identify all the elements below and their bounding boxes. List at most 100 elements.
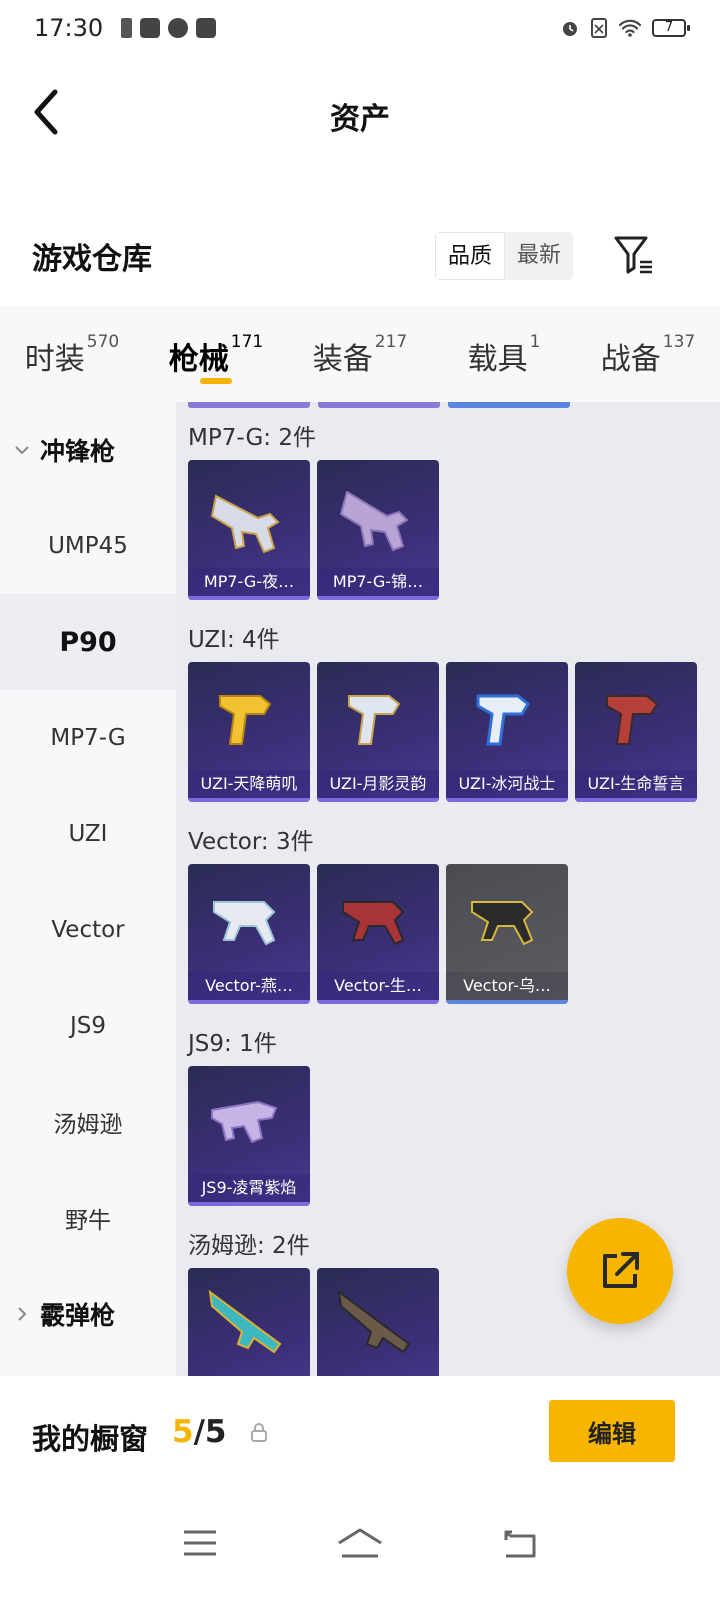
sidebar-group-label: 霰弹枪: [40, 1301, 116, 1330]
tab-count: 570: [86, 332, 120, 352]
system-nav-bar: [0, 1486, 720, 1600]
tab-vehicles[interactable]: 载具 1: [432, 306, 576, 402]
lock-icon: [251, 1423, 267, 1442]
showcase-label: 我的橱窗: [32, 1422, 149, 1456]
filter-button[interactable]: [612, 232, 658, 278]
mail-icon: [140, 18, 161, 38]
notification-icons: [121, 18, 217, 38]
item-grid: Vector-燕… Vector-生… Vector-乌…: [188, 864, 568, 1004]
group-title: 汤姆逊: 2件: [188, 1233, 310, 1259]
warehouse-title: 游戏仓库: [32, 242, 152, 277]
sort-newest[interactable]: 最新: [505, 232, 573, 280]
category-tabs: 时装 570 枪械 171 装备 217 载具 1 战备 137: [0, 306, 720, 402]
battery-saver-icon: [121, 18, 133, 38]
group-title: Vector: 3件: [188, 829, 314, 855]
vector-skin-image: [213, 901, 276, 946]
group-thompson: 汤姆逊: 2件: [188, 1226, 439, 1400]
tab-firearms[interactable]: 枪械 171: [144, 306, 288, 402]
tab-equipment[interactable]: 装备 217: [288, 306, 432, 402]
play-icon: [196, 18, 217, 38]
item-label: UZI-冰河战士: [446, 770, 568, 798]
weapon-card[interactable]: UZI-天降萌叽: [188, 662, 310, 802]
sidebar-group-shotgun[interactable]: 霰弹枪: [0, 1266, 176, 1362]
app-notification-icon: [168, 18, 189, 38]
showcase-total: 5: [204, 1414, 227, 1450]
thompson-skin-image: [208, 1289, 282, 1354]
rarity-bar: [317, 596, 439, 600]
sidebar-item-vector[interactable]: Vector: [0, 882, 176, 978]
sort-quality[interactable]: 品质: [435, 232, 506, 280]
vector-skin-image: [471, 901, 534, 946]
item-label: Vector-生…: [317, 972, 439, 1000]
sidebar-item-ump45[interactable]: UMP45: [0, 498, 176, 594]
sidebar-item-uzi[interactable]: UZI: [0, 786, 176, 882]
showcase-separator: /: [193, 1414, 205, 1450]
item-label: MP7-G-夜…: [188, 568, 310, 596]
app-header: 资产: [0, 56, 720, 176]
item-label: MP7-G-锦…: [317, 568, 439, 596]
weapon-card[interactable]: JS9-凌霄紫焰: [188, 1066, 310, 1206]
menu-nav-button[interactable]: [170, 1513, 230, 1573]
weapon-card[interactable]: UZI-生命誓言: [575, 662, 697, 802]
group-vector: Vector: 3件 Vector-燕… Vector-生… Vector-乌…: [188, 822, 568, 1004]
chevron-right-icon: [18, 1307, 27, 1321]
showcase-current: 5: [172, 1414, 194, 1450]
smg-skin-image: [210, 494, 280, 554]
edit-button[interactable]: 编辑: [549, 1400, 675, 1462]
card-edge: [448, 402, 570, 408]
tab-label: 枪械: [168, 342, 229, 377]
warehouse-header: 游戏仓库 品质 最新: [0, 176, 720, 306]
tab-supplies[interactable]: 战备 137: [576, 306, 720, 402]
rarity-bar: [188, 1000, 310, 1004]
weapon-card[interactable]: Vector-燕…: [188, 864, 310, 1004]
rarity-bar: [188, 798, 310, 802]
sidebar-item-p90[interactable]: P90: [0, 594, 176, 690]
group-title: UZI: 4件: [188, 627, 280, 653]
tab-label: 载具: [467, 342, 528, 377]
tab-fashion[interactable]: 时装 570: [0, 306, 144, 402]
thompson-skin-image: [337, 1289, 411, 1354]
weapon-card[interactable]: UZI-月影灵韵: [317, 662, 439, 802]
uzi-skin-image: [219, 695, 272, 745]
weapon-card[interactable]: MP7-G-夜…: [188, 460, 310, 600]
item-grid: UZI-天降萌叽 UZI-月影灵韵 UZI-冰河战士 UZI-生命誓言: [188, 662, 697, 802]
sidebar-item-js9[interactable]: JS9: [0, 978, 176, 1074]
item-label: Vector-燕…: [188, 972, 310, 1000]
weapon-card[interactable]: Vector-生…: [317, 864, 439, 1004]
share-fab-button[interactable]: [567, 1218, 673, 1324]
tab-count: 137: [662, 332, 696, 352]
item-grid: JS9-凌霄紫焰: [188, 1066, 310, 1206]
sidebar-item-thompson[interactable]: 汤姆逊: [0, 1074, 176, 1170]
sidebar-item-mp7g[interactable]: MP7-G: [0, 690, 176, 786]
active-tab-indicator: [200, 378, 232, 384]
back-arrow-icon: [504, 1530, 536, 1558]
home-icon: [338, 1528, 382, 1558]
home-nav-button[interactable]: [330, 1513, 390, 1573]
item-grid: MP7-G-夜… MP7-G-锦…: [188, 460, 439, 600]
group-mp7g: MP7-G: 2件 MP7-G-夜… MP7-G-锦…: [188, 418, 439, 600]
card-edge: [188, 402, 310, 408]
sidebar-item-bison[interactable]: 野牛: [0, 1170, 176, 1266]
battery-icon: 7: [652, 19, 690, 37]
rarity-bar: [317, 1000, 439, 1004]
tab-label: 战备: [600, 342, 661, 377]
no-sim-icon: [591, 18, 607, 38]
back-nav-button[interactable]: [490, 1513, 550, 1573]
filter-icon: [614, 236, 652, 274]
weapon-type-sidebar: 冲锋枪 UMP45 P90 MP7-G UZI Vector JS9 汤姆逊 野…: [0, 402, 176, 1400]
uzi-skin-image: [476, 694, 530, 746]
card-edge: [318, 402, 440, 408]
chevron-down-icon: [15, 446, 29, 455]
rarity-bar: [188, 596, 310, 600]
item-label: Vector-乌…: [446, 972, 568, 1000]
system-icons: 7: [560, 18, 690, 38]
weapon-card[interactable]: UZI-冰河战士: [446, 662, 568, 802]
rarity-bar: [446, 798, 568, 802]
weapon-card[interactable]: MP7-G-锦…: [317, 460, 439, 600]
weapon-card[interactable]: Vector-乌…: [446, 864, 568, 1004]
js9-skin-image: [211, 1100, 278, 1144]
item-label: UZI-生命誓言: [575, 770, 697, 798]
uzi-skin-image: [606, 695, 659, 745]
showcase-count: 5/5: [172, 1414, 226, 1450]
sidebar-group-smg[interactable]: 冲锋枪: [0, 402, 176, 498]
